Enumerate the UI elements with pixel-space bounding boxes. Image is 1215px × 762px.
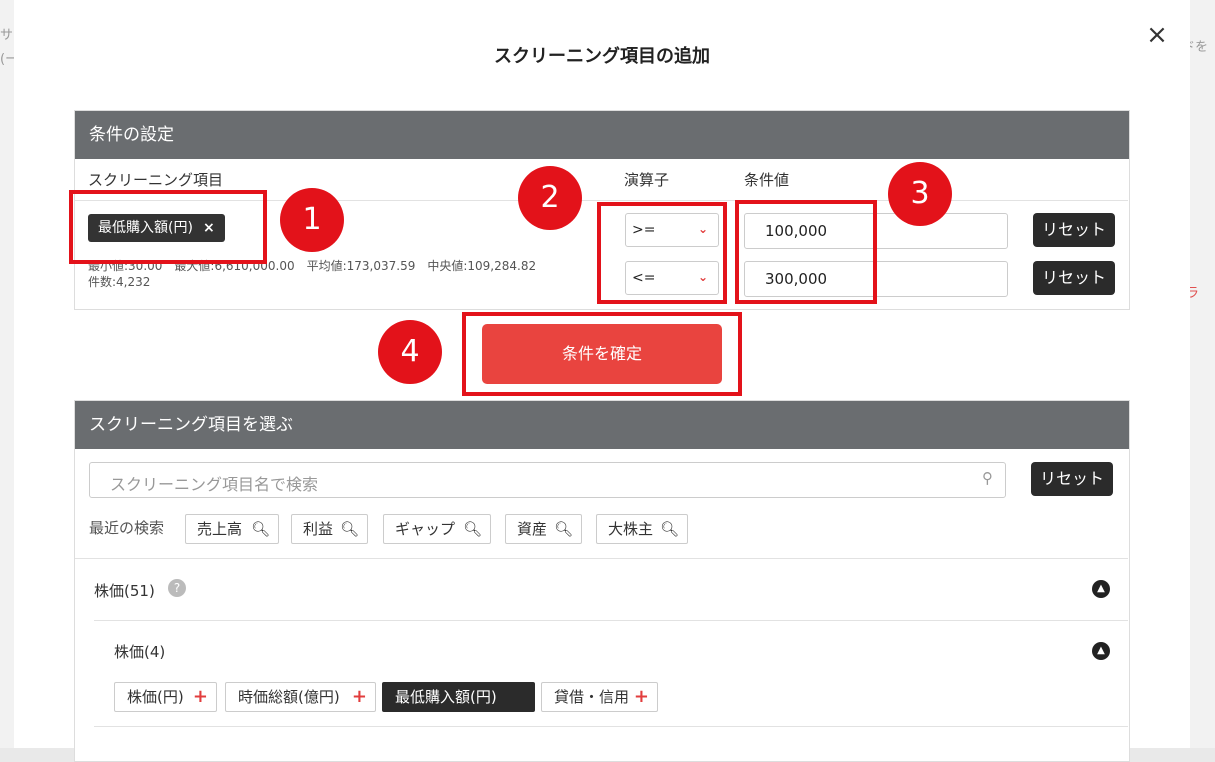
annotation-badge-4: 4 (378, 320, 442, 384)
item-picker-header: スクリーニング項目を選ぶ (75, 401, 1129, 449)
item-stock-price[interactable]: 株価(円) + (114, 682, 217, 712)
background-page-right: ドを ラ (1182, 0, 1215, 748)
chevron-down-icon: ⌄ (697, 270, 708, 284)
group-title[interactable]: 株価(51) (94, 580, 155, 601)
condition-panel-header: 条件の設定 (75, 111, 1129, 159)
recent-tag-label: 利益 (303, 520, 334, 538)
search-icon: 🔍︎ (339, 520, 359, 538)
condition-value-input-1[interactable]: 100,000 (744, 213, 1008, 249)
recent-search-label: 最近の検索 (89, 519, 165, 537)
recent-tag-label: 大株主 (608, 520, 654, 538)
item-count: 件数:4,232 (88, 275, 151, 289)
column-header-operator: 演算子 (624, 171, 670, 189)
chevron-down-icon: ⌄ (697, 222, 708, 236)
plus-icon: + (192, 686, 208, 707)
item-search-input[interactable]: スクリーニング項目名で検索 ⚲ (89, 462, 1006, 498)
plus-icon: + (633, 686, 649, 707)
screening-dialog: × スクリーニング項目の追加 条件の設定 スクリーニング項目 演算子 条件値 最… (14, 0, 1190, 762)
group-divider (94, 620, 1128, 621)
operator-value: <= (632, 270, 656, 286)
collapse-icon[interactable]: ▲ (1092, 580, 1110, 598)
item-label: 貸借・信用 (554, 688, 630, 706)
section-divider (75, 558, 1128, 559)
recent-tag-label: 売上高 (197, 520, 243, 538)
remove-item-icon[interactable]: × (203, 220, 215, 236)
recent-tag[interactable]: 売上高 🔍︎ (185, 514, 279, 544)
recent-tag-label: ギャップ (395, 520, 456, 538)
annotation-badge-2: 2 (518, 166, 582, 230)
search-icon: 🔍︎ (462, 520, 482, 538)
item-label: 最低購入額(円) (395, 688, 497, 706)
search-icon: ⚲ (982, 469, 993, 487)
background-text: サ (0, 28, 14, 43)
recent-tag[interactable]: 資産 🔍︎ (505, 514, 582, 544)
item-market-cap[interactable]: 時価総額(億円) + (225, 682, 376, 712)
plus-icon: + (351, 686, 367, 707)
dialog-title: スクリーニング項目の追加 (494, 46, 710, 67)
item-label: 株価(円) (127, 688, 184, 706)
operator-select-2[interactable]: <= ⌄ (625, 261, 719, 295)
recent-tag[interactable]: 大株主 🔍︎ (596, 514, 688, 544)
condition-value-input-2[interactable]: 300,000 (744, 261, 1008, 297)
header-divider (75, 200, 1128, 201)
search-icon: 🔍︎ (659, 520, 679, 538)
column-header-value: 条件値 (744, 171, 790, 189)
confirm-condition-button[interactable]: 条件を確定 (482, 324, 722, 384)
recent-tag-label: 資産 (517, 520, 548, 538)
search-icon: 🔍︎ (250, 520, 270, 538)
operator-value: >= (632, 222, 656, 238)
item-stats: 最小値:30.00 最大値:6,610,000.00 平均値:173,037.5… (88, 259, 537, 273)
subgroup-divider (94, 726, 1128, 727)
reset-button-2[interactable]: リセット (1033, 261, 1115, 295)
recent-tag[interactable]: ギャップ 🔍︎ (383, 514, 491, 544)
operator-select-1[interactable]: >= ⌄ (625, 213, 719, 247)
background-text: (ー (0, 52, 14, 67)
search-icon: 🔍︎ (553, 520, 573, 538)
item-min-purchase[interactable]: 最低購入額(円) (382, 682, 535, 712)
column-header-item: スクリーニング項目 (88, 171, 224, 189)
recent-tag[interactable]: 利益 🔍︎ (291, 514, 368, 544)
selected-item-label: 最低購入額(円) (98, 220, 193, 236)
subgroup-title[interactable]: 株価(4) (114, 641, 165, 662)
selected-item-chip: 最低購入額(円) × (88, 214, 225, 242)
search-placeholder: スクリーニング項目名で検索 (110, 475, 319, 494)
background-text: ラ (1186, 286, 1200, 301)
annotation-badge-1: 1 (280, 188, 344, 252)
annotation-badge-3: 3 (888, 162, 952, 226)
background-page-left: サ (ー (0, 0, 14, 748)
search-reset-button[interactable]: リセット (1031, 462, 1113, 496)
reset-button-1[interactable]: リセット (1033, 213, 1115, 247)
help-icon[interactable]: ? (168, 579, 186, 597)
collapse-icon[interactable]: ▲ (1092, 642, 1110, 660)
item-margin[interactable]: 貸借・信用 + (541, 682, 658, 712)
item-label: 時価総額(億円) (238, 688, 340, 706)
